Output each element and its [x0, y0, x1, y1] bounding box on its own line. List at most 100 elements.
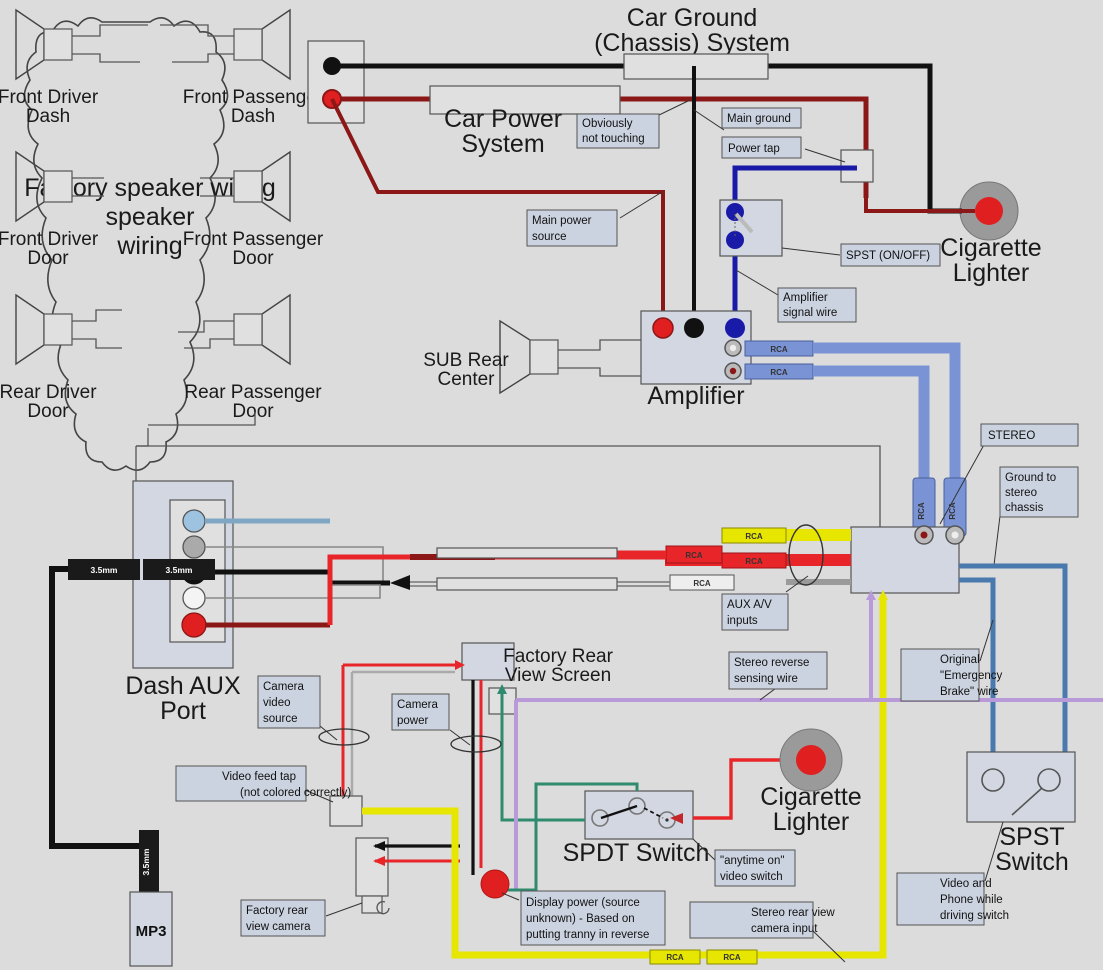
spdt-switch[interactable]: SPDT Switch: [563, 790, 710, 867]
callout-stereo-reverse-sensing-wire: Stereo reverse sensing wire: [728, 651, 828, 690]
svg-text:video: video: [263, 697, 291, 709]
svg-text:driving switch: driving switch: [940, 910, 1009, 922]
svg-text:inputs: inputs: [727, 615, 758, 627]
svg-text:Video feed tap: Video feed tap: [222, 771, 296, 783]
svg-text:RCA: RCA: [770, 368, 788, 377]
car-power-title-2: System: [461, 130, 544, 158]
svg-text:SPST (ON/OFF): SPST (ON/OFF): [846, 250, 930, 262]
callout-stereo: STEREO: [980, 423, 1079, 447]
svg-text:3.5mm: 3.5mm: [141, 848, 151, 875]
svg-text:unknown) - Based on: unknown) - Based on: [526, 913, 635, 925]
svg-text:Main power: Main power: [532, 215, 592, 227]
bottom-rca-yellow-right: RCA: [706, 949, 758, 965]
svg-text:not touching: not touching: [582, 133, 645, 145]
svg-text:RCA: RCA: [917, 502, 926, 520]
svg-text:3.5mm: 3.5mm: [91, 565, 118, 575]
svg-text:source: source: [532, 231, 567, 243]
cigarette-lighter-label-2: Lighter: [953, 259, 1029, 287]
sub-label-2: Center: [437, 369, 495, 390]
svg-text:"anytime on": "anytime on": [720, 855, 784, 867]
rv-screen-label-1: Factory Rear: [503, 646, 613, 667]
amp-power-terminal[interactable]: [652, 317, 674, 339]
aux-pin-blue[interactable]: [182, 509, 206, 533]
svg-text:Amplifier: Amplifier: [783, 292, 828, 304]
cigarette-lighter-label-2: Lighter: [773, 808, 849, 836]
svg-text:3.5mm: 3.5mm: [166, 565, 193, 575]
bottom-rca-yellow-left: RCA: [649, 949, 701, 965]
callout-main-ground: Main ground: [721, 107, 802, 129]
svg-text:Main ground: Main ground: [727, 113, 791, 125]
aux-pin-gray[interactable]: [182, 535, 206, 559]
svg-text:power: power: [397, 715, 428, 727]
speaker-label: Front Passenger: [183, 229, 324, 250]
callout-spst-on-off: SPST (ON/OFF): [840, 243, 941, 267]
aux-rca-yellow: RCA: [721, 527, 851, 544]
amp-remote-terminal[interactable]: [725, 318, 745, 338]
speaker-label: Door: [232, 248, 274, 269]
svg-text:Display power (source: Display power (source: [526, 897, 640, 909]
amplifier-unit: Amplifier: [640, 310, 752, 410]
callout-camera-power: Camera power: [391, 693, 450, 731]
svg-text:"Emergency: "Emergency: [940, 670, 1002, 682]
svg-text:video switch: video switch: [720, 871, 783, 883]
speaker-label: Rear Passenger: [184, 382, 322, 403]
svg-text:RCA: RCA: [685, 551, 703, 560]
svg-text:sensing wire: sensing wire: [734, 673, 798, 685]
callout-amplifier-signal-wire: Amplifier signal wire: [777, 287, 857, 323]
speaker-label: Dash: [26, 106, 70, 127]
callout-main-power-source: Main power source: [526, 209, 618, 247]
callout-camera-video-source: Camera video source: [257, 675, 321, 729]
callout-power-tap: Power tap: [721, 136, 802, 159]
ground-terminal-dot: [323, 57, 341, 75]
speaker-label: Rear Driver: [0, 382, 97, 403]
speaker-label: Front Passenger: [183, 87, 324, 108]
callout-factory-rear-view-camera: Factory rear view camera: [240, 899, 326, 937]
car-ground-title-2: (Chassis) System: [594, 29, 790, 57]
spst-switch-label-2: Switch: [995, 848, 1069, 876]
car-power-title-1: Car Power: [444, 105, 562, 133]
svg-text:Stereo reverse: Stereo reverse: [734, 657, 809, 669]
speaker-label: Front Driver: [0, 87, 99, 108]
rv-screen-label-2: View Screen: [505, 665, 611, 686]
aux-rca-red-mid: RCA: [665, 545, 723, 564]
svg-text:RCA: RCA: [745, 532, 763, 541]
svg-text:chassis: chassis: [1005, 502, 1044, 514]
svg-text:Video and: Video and: [940, 878, 992, 890]
svg-text:Factory rear: Factory rear: [246, 905, 308, 917]
amplifier-label: Amplifier: [647, 382, 744, 410]
cable-shield-top: [436, 547, 618, 559]
svg-text:source: source: [263, 713, 298, 725]
svg-text:RCA: RCA: [693, 579, 711, 588]
callout-display-power: Display power (source unknown) - Based o…: [520, 890, 666, 946]
cigarette-lighter-label-1: Cigarette: [760, 783, 861, 811]
dash-aux-port: Dash AUX Port: [125, 480, 241, 725]
aux-35mm-connector-outer: 3.5mm: [68, 559, 140, 580]
sub-label-1: SUB Rear: [423, 350, 509, 371]
svg-text:view camera: view camera: [246, 921, 311, 933]
stereo-head-unit: [850, 525, 965, 594]
aux-rca-red: RCA: [721, 552, 851, 569]
spst-bottom-terminal[interactable]: [726, 231, 744, 249]
svg-text:Brake" wire: Brake" wire: [940, 686, 998, 698]
svg-text:Power tap: Power tap: [728, 143, 780, 155]
svg-text:Camera: Camera: [397, 699, 439, 711]
amp-ground-terminal[interactable]: [684, 318, 704, 338]
svg-text:RCA: RCA: [745, 557, 763, 566]
aux-pin-white[interactable]: [182, 586, 206, 610]
callout-ground-to-stereo-chassis: Ground to stereo chassis: [999, 466, 1079, 518]
speaker-label: Door: [27, 401, 69, 422]
svg-text:putting tranny in reverse: putting tranny in reverse: [526, 929, 649, 941]
aux-pin-red[interactable]: [181, 612, 207, 638]
speaker-label: Door: [232, 401, 274, 422]
speaker-label: Front Driver: [0, 229, 99, 250]
cigarette-lighter-label-1: Cigarette: [940, 234, 1041, 262]
svg-text:signal wire: signal wire: [783, 307, 837, 319]
svg-text:STEREO: STEREO: [988, 430, 1035, 442]
video-feed-tap-junction: [329, 795, 363, 827]
svg-text:Phone while: Phone while: [940, 894, 1003, 906]
svg-text:Ground to: Ground to: [1005, 472, 1056, 484]
speaker-label: Door: [27, 248, 69, 269]
speaker-cloud-label-3: wiring: [116, 232, 182, 260]
callout-anytime-on-video-switch: "anytime on" video switch: [714, 849, 796, 887]
spst-switch-label-1: SPST: [999, 823, 1064, 851]
